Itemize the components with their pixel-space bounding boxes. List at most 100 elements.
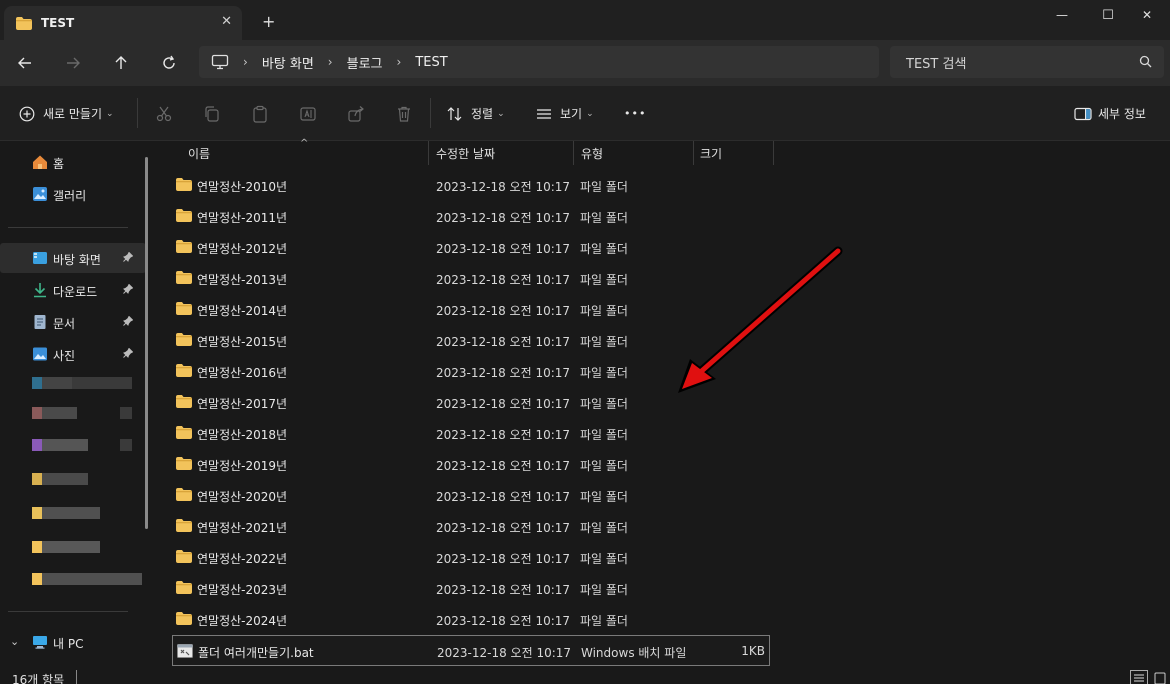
- tab-test[interactable]: TEST ✕: [4, 6, 242, 40]
- sidebar-item-pictures[interactable]: 사진: [0, 339, 146, 369]
- up-button[interactable]: [109, 51, 133, 75]
- pin-icon[interactable]: [123, 347, 134, 361]
- column-divider[interactable]: [428, 141, 429, 165]
- sidebar-item-downloads[interactable]: 다운로드: [0, 275, 146, 305]
- details-view-toggle[interactable]: [1130, 670, 1148, 684]
- table-row[interactable]: 폴더 여러개만들기.bat 2023-12-18 오전 10:17 Windows …: [172, 635, 770, 666]
- column-divider[interactable]: [773, 141, 774, 165]
- pin-icon[interactable]: [123, 251, 134, 265]
- tab-close-button[interactable]: ✕: [221, 14, 232, 29]
- view-button[interactable]: 보기 ⌄: [535, 86, 594, 141]
- column-divider[interactable]: [573, 141, 574, 165]
- forward-button[interactable]: [61, 51, 85, 75]
- sort-arrows-icon: [446, 105, 464, 123]
- sort-button[interactable]: 정렬 ⌄: [446, 86, 505, 141]
- file-modified: 2023-12-18 오전 10:17: [436, 521, 571, 535]
- item-count: 16개 항목: [12, 673, 65, 684]
- breadcrumb-test[interactable]: TEST: [415, 55, 447, 70]
- file-name: 연말정산-2020년: [197, 490, 288, 504]
- file-modified: 2023-12-18 오전 10:17: [436, 273, 571, 287]
- details-pane-button[interactable]: 세부 정보: [1074, 86, 1146, 141]
- file-type: 파일 폴더: [580, 273, 628, 287]
- sort-label: 정렬: [471, 107, 494, 121]
- more-options-button[interactable]: •••: [624, 86, 646, 141]
- scissors-icon: [156, 106, 172, 121]
- sidebar-item-label: 다운로드: [53, 285, 98, 299]
- divider: [76, 670, 77, 684]
- file-type: 파일 폴더: [580, 335, 628, 349]
- table-row[interactable]: 연말정산-2023년 2023-12-18 오전 10:17 파일 폴더: [172, 573, 770, 604]
- new-tab-button[interactable]: +: [262, 12, 275, 31]
- home-icon: [32, 154, 48, 170]
- copy-button[interactable]: [203, 86, 221, 141]
- trash-icon: [398, 106, 410, 122]
- obscured-sidebar-item[interactable]: [32, 507, 100, 519]
- view-label: 보기: [560, 107, 583, 121]
- search-placeholder: TEST 검색: [906, 56, 967, 72]
- close-button[interactable]: ✕: [1124, 4, 1170, 26]
- cut-button[interactable]: [155, 86, 173, 141]
- paste-button[interactable]: [251, 86, 269, 141]
- address-row: › 바탕 화면 › 블로그 › TEST TEST 검색: [0, 40, 1170, 86]
- sidebar-scrollbar[interactable]: [145, 157, 148, 529]
- sort-ascending-icon: ^: [300, 138, 309, 149]
- folder-icon: [16, 17, 32, 30]
- gallery-icon: [32, 186, 48, 202]
- obscured-sidebar-item[interactable]: [32, 573, 142, 585]
- refresh-icon: [163, 55, 175, 69]
- file-name: 연말정산-2013년: [197, 273, 288, 287]
- column-header-size[interactable]: 크기: [700, 141, 722, 165]
- obscured-sidebar-item[interactable]: [32, 439, 132, 451]
- table-row[interactable]: 연말정산-2020년 2023-12-18 오전 10:17 파일 폴더: [172, 480, 770, 511]
- back-button[interactable]: [13, 51, 37, 75]
- column-header-name[interactable]: 이름: [188, 141, 210, 165]
- table-row[interactable]: 연말정산-2018년 2023-12-18 오전 10:17 파일 폴더: [172, 418, 770, 449]
- search-input[interactable]: TEST 검색: [890, 46, 1164, 78]
- table-row[interactable]: 연말정산-2019년 2023-12-18 오전 10:17 파일 폴더: [172, 449, 770, 480]
- table-row[interactable]: 연말정산-2010년 2023-12-18 오전 10:17 파일 폴더: [172, 170, 770, 201]
- file-type: 파일 폴더: [580, 490, 628, 504]
- sidebar-item-label: 홈: [53, 157, 65, 171]
- minimize-button[interactable]: —: [1039, 4, 1085, 26]
- table-row[interactable]: 연말정산-2022년 2023-12-18 오전 10:17 파일 폴더: [172, 542, 770, 573]
- sidebar-item-home[interactable]: 홈: [0, 147, 146, 177]
- new-button[interactable]: 새로 만들기 ⌄: [18, 86, 114, 141]
- list-view-icon: [535, 105, 553, 123]
- breadcrumb-blog[interactable]: 블로그: [347, 53, 383, 72]
- file-modified: 2023-12-18 오전 10:17: [436, 583, 571, 597]
- column-header-modified[interactable]: 수정한 날짜: [436, 141, 495, 165]
- breadcrumb-desktop[interactable]: 바탕 화면: [262, 53, 314, 72]
- obscured-sidebar-item[interactable]: [32, 541, 100, 553]
- file-modified: 2023-12-18 오전 10:17: [436, 335, 571, 349]
- pin-icon[interactable]: [123, 283, 134, 297]
- file-name: 연말정산-2021년: [197, 521, 288, 535]
- address-bar[interactable]: › 바탕 화면 › 블로그 › TEST: [199, 46, 879, 78]
- chevron-down-icon: ⌄: [497, 108, 505, 119]
- computer-icon: [32, 634, 48, 650]
- obscured-sidebar-item[interactable]: [32, 377, 132, 389]
- divider: [430, 98, 431, 128]
- delete-button[interactable]: [395, 86, 413, 141]
- table-row[interactable]: 연말정산-2011년 2023-12-18 오전 10:17 파일 폴더: [172, 201, 770, 232]
- sidebar-item-desktop[interactable]: 바탕 화면: [0, 243, 146, 273]
- obscured-sidebar-item[interactable]: [32, 407, 132, 419]
- column-header-type[interactable]: 유형: [581, 141, 603, 165]
- pin-icon[interactable]: [123, 315, 134, 329]
- refresh-button[interactable]: [157, 51, 181, 75]
- sidebar-item-documents[interactable]: 문서: [0, 307, 146, 337]
- search-icon: [1139, 55, 1152, 71]
- tiles-view-toggle[interactable]: [1154, 672, 1166, 684]
- file-type: 파일 폴더: [580, 552, 628, 566]
- file-type: 파일 폴더: [580, 180, 628, 194]
- sidebar-item-this-pc[interactable]: ⌄ 내 PC: [0, 627, 146, 657]
- column-divider[interactable]: [693, 141, 694, 165]
- table-row[interactable]: 연말정산-2024년 2023-12-18 오전 10:17 파일 폴더: [172, 604, 770, 635]
- chevron-down-icon[interactable]: ⌄: [10, 635, 19, 648]
- tab-title: TEST: [41, 16, 75, 30]
- sidebar-item-gallery[interactable]: 갤러리: [0, 179, 146, 209]
- table-row[interactable]: 연말정산-2021년 2023-12-18 오전 10:17 파일 폴더: [172, 511, 770, 542]
- rename-button[interactable]: [299, 86, 317, 141]
- obscured-sidebar-item[interactable]: [32, 473, 88, 485]
- share-button[interactable]: [347, 86, 365, 141]
- folder-icon: [176, 333, 192, 346]
